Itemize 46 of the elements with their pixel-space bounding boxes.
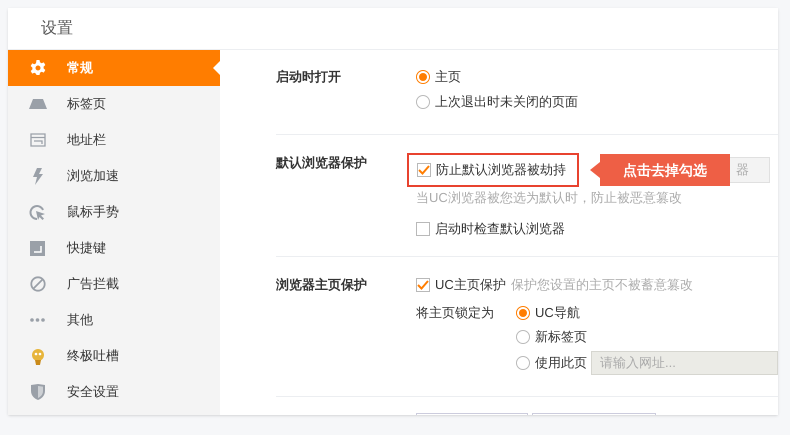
radio-button[interactable] <box>516 356 530 370</box>
radio-button[interactable] <box>516 330 530 344</box>
radio-button[interactable] <box>516 306 530 320</box>
radio-button[interactable] <box>416 70 430 84</box>
radio-option[interactable]: 新标签页 <box>516 326 778 346</box>
window-title: 设置 <box>41 18 73 38</box>
sidebar-item[interactable]: 标签页 <box>8 86 220 122</box>
sidebar-item[interactable]: 快捷键 <box>8 230 220 266</box>
cursor-icon <box>29 204 46 220</box>
sidebar-item[interactable]: 鼠标手势 <box>8 194 220 230</box>
setting-label: 启动时打开 <box>276 68 342 86</box>
radio-button[interactable] <box>416 95 430 109</box>
radio-option[interactable]: 上次退出时未关闭的页面 <box>416 92 578 112</box>
checkbox[interactable] <box>416 278 430 292</box>
setting-label: 默认浏览器保护 <box>276 154 368 172</box>
address-bar-icon <box>30 133 46 147</box>
sidebar-item[interactable]: 浏览加速 <box>8 158 220 194</box>
mascot-icon <box>30 348 46 364</box>
sidebar-item[interactable]: 终极吐槽 <box>8 338 220 374</box>
checkbox[interactable] <box>416 222 430 236</box>
selection-pointer-icon <box>213 61 220 75</box>
hint-text: 保护您设置的主页不被蓄意篡改 <box>510 276 693 294</box>
radio-option[interactable]: 使用此页 <box>516 352 587 372</box>
sidebar-item[interactable]: 安全设置 <box>8 374 220 410</box>
url-input-field[interactable]: 请输入网址... <box>591 350 778 374</box>
more-icon <box>30 318 45 322</box>
callout-tooltip: 点击去掉勾选 <box>600 154 730 186</box>
checkbox-option[interactable]: 启动时检查默认浏览器 <box>416 219 778 238</box>
checkbox-option[interactable]: UC主页保护 <box>416 275 506 294</box>
sidebar-item[interactable]: 广告拦截 <box>8 266 220 302</box>
pointer-icon <box>590 162 600 178</box>
radio-option[interactable]: 主页 <box>416 67 578 87</box>
lightning-icon <box>32 168 44 184</box>
settings-icon <box>30 60 46 76</box>
tab-icon <box>28 99 46 109</box>
radio-option[interactable]: UC导航 <box>516 302 778 322</box>
checkbox[interactable] <box>417 163 431 177</box>
setting-label: 浏览器主页保护 <box>276 276 368 294</box>
block-icon <box>30 276 46 292</box>
keyboard-shortcut-icon <box>30 240 45 256</box>
sidebar-item[interactable]: 地址栏 <box>8 122 220 158</box>
lock-label: 将主页锁定为 <box>416 304 495 322</box>
shield-icon <box>30 384 44 400</box>
checkbox-option[interactable]: 防止默认浏览器被劫持 <box>407 153 579 187</box>
sidebar-item[interactable]: 其他 <box>8 302 220 338</box>
hint-text: 当UC浏览器被您选为默认时，防止被恶意篡改 <box>416 189 683 207</box>
